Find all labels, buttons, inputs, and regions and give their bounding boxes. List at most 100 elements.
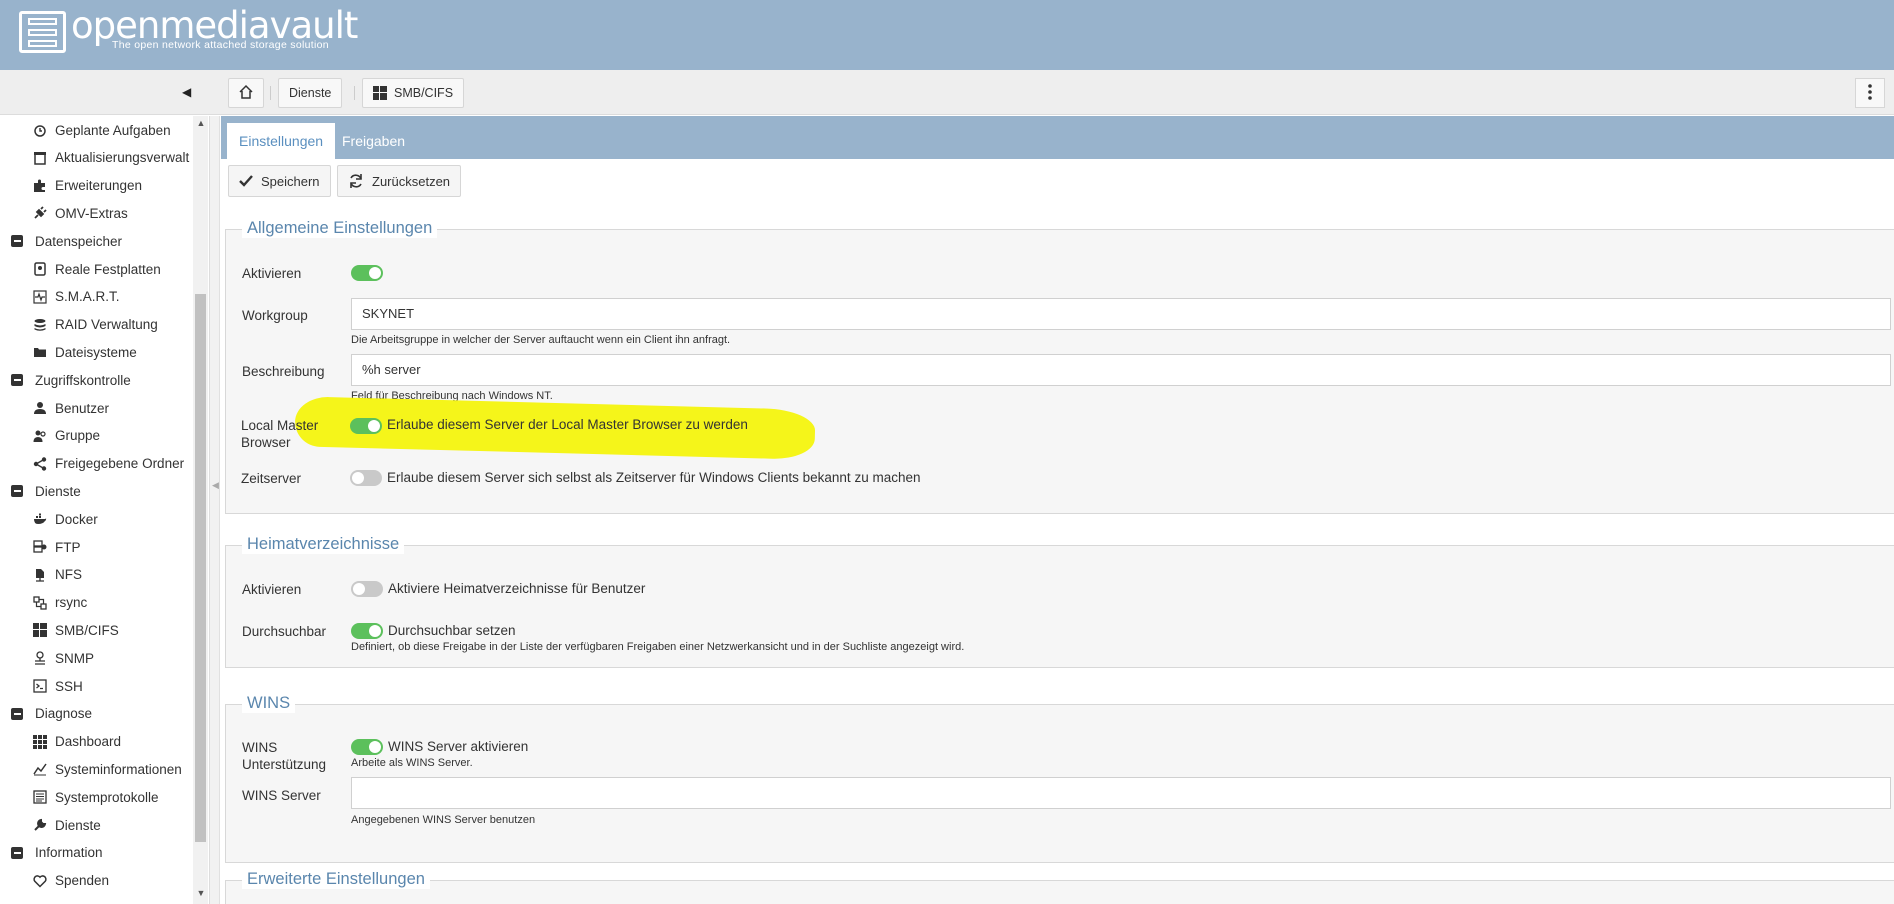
tab-freigaben[interactable]: Freigaben xyxy=(330,123,417,159)
user-icon xyxy=(32,400,48,416)
sidebar-item-rsync[interactable]: rsync xyxy=(0,589,192,617)
pulse-icon xyxy=(32,289,48,305)
navigation-sidebar: Geplante Aufgaben Aktualisierungsverwalt E… xyxy=(0,116,210,904)
sidebar-scroll-thumb[interactable] xyxy=(195,294,206,842)
reset-button[interactable]: Zurücksetzen xyxy=(337,165,462,197)
database-icon xyxy=(32,317,48,333)
timeserver-text: Erlaube diesem Server sich selbst als Ze… xyxy=(387,470,921,485)
sidebar-item-ftp[interactable]: FTP xyxy=(0,533,192,561)
sidebar-item-label: Systeminformationen xyxy=(55,761,182,777)
tab-bar: Einstellungen Freigaben xyxy=(221,116,1894,159)
scroll-up-icon[interactable]: ▲ xyxy=(194,118,208,132)
sidebar-item-benutzer[interactable]: Benutzer xyxy=(0,394,192,422)
folder-icon xyxy=(32,344,48,360)
sidebar-item-geplante-aufgaben[interactable]: Geplante Aufgaben xyxy=(0,116,192,144)
wins-support-toggle[interactable] xyxy=(351,739,383,755)
sidebar-item-systemprotokolle[interactable]: Systemprotokolle xyxy=(0,783,192,811)
sidebar-item-omv-extras[interactable]: OMV-Extras xyxy=(0,199,192,227)
sidebar-item-dashboard[interactable]: Dashboard xyxy=(0,728,192,756)
splitter-grip-icon: ◀ xyxy=(212,480,219,490)
collapse-group-icon xyxy=(11,846,23,859)
action-toolbar: Speichern Zurücksetzen xyxy=(221,159,1894,205)
sidebar-item-smb-cifs[interactable]: SMB/CIFS xyxy=(0,616,192,644)
wins-server-hint: Angegebenen WINS Server benutzen xyxy=(351,814,536,826)
section-title: Allgemeine Einstellungen xyxy=(242,219,438,238)
breadcrumb-smb[interactable]: SMB/CIFS xyxy=(362,78,465,108)
sidebar-item-freigegebene-ordner[interactable]: Freigegebene Ordner xyxy=(0,450,192,478)
home-button[interactable] xyxy=(228,78,264,108)
sidebar-item-reale-festplatten[interactable]: Reale Festplatten xyxy=(0,255,192,283)
collapse-group-icon xyxy=(11,707,23,720)
wins-server-input[interactable] xyxy=(351,777,1891,809)
sidebar-item-aktualisierungsverwalt[interactable]: Aktualisierungsverwalt xyxy=(0,144,192,172)
network-icon xyxy=(32,650,48,666)
reset-label: Zurücksetzen xyxy=(372,173,451,189)
homes-enable-toggle[interactable] xyxy=(351,581,383,597)
browsable-toggle[interactable] xyxy=(351,623,383,639)
wins-support-text: WINS Server aktivieren xyxy=(388,739,529,754)
users-icon xyxy=(32,428,48,444)
collapse-sidebar-icon[interactable]: ◀ xyxy=(182,85,192,99)
alarm-clock-icon xyxy=(32,122,48,138)
check-icon xyxy=(239,175,253,187)
sidebar-item-label: rsync xyxy=(55,595,88,611)
kebab-menu-icon xyxy=(1868,83,1872,103)
description-input[interactable]: %h server xyxy=(351,354,1891,386)
wins-server-label: WINS Server xyxy=(242,788,321,803)
sidebar-item-label: Dashboard xyxy=(55,734,122,750)
sidebar-item-s-m-a-r-t[interactable]: S.M.A.R.T. xyxy=(0,283,192,311)
sidebar-item-systeminformationen[interactable]: Systeminformationen xyxy=(0,755,192,783)
brand-tagline: The open network attached storage soluti… xyxy=(112,39,329,51)
sidebar-item-datenspeicher[interactable]: Datenspeicher xyxy=(0,227,192,255)
save-label: Speichern xyxy=(261,173,320,189)
sidebar-item-raid-verwaltung[interactable]: RAID Verwaltung xyxy=(0,311,192,339)
plug-icon xyxy=(32,205,48,221)
workgroup-input[interactable]: SKYNET xyxy=(351,298,1891,330)
breadcrumb-label: Dienste xyxy=(289,86,332,100)
sidebar-item-dienste[interactable]: Dienste xyxy=(0,477,192,505)
browsable-hint: Definiert, ob diese Freigabe in der List… xyxy=(351,641,965,653)
sidebar-item-information[interactable]: Information xyxy=(0,839,192,867)
workgroup-hint: Die Arbeitsgruppe in welcher der Server … xyxy=(351,334,731,346)
windows-icon xyxy=(32,622,48,638)
sidebar-item-label: Zugriffskontrolle xyxy=(35,372,131,388)
sidebar-item-label: Benutzer xyxy=(55,400,110,416)
sidebar-item-snmp[interactable]: SNMP xyxy=(0,644,192,672)
grid-dashboard-icon xyxy=(32,734,48,750)
enable-label: Aktivieren xyxy=(242,266,302,281)
sidebar-item-ssh[interactable]: SSH xyxy=(0,672,192,700)
local-master-browser-toggle[interactable] xyxy=(350,418,382,434)
sidebar-item-dateisysteme[interactable]: Dateisysteme xyxy=(0,338,192,366)
sidebar-item-label: Docker xyxy=(55,511,98,527)
sidebar-item-erweiterungen[interactable]: Erweiterungen xyxy=(0,172,192,200)
more-menu-button[interactable] xyxy=(1855,78,1885,108)
sidebar-item-label: Datenspeicher xyxy=(35,233,123,249)
sidebar-item-diagnose[interactable]: Diagnose xyxy=(0,700,192,728)
tab-einstellungen[interactable]: Einstellungen xyxy=(227,123,336,159)
scroll-down-icon[interactable]: ▼ xyxy=(194,888,208,902)
section-title: WINS xyxy=(242,694,296,713)
heart-icon xyxy=(32,873,48,889)
sidebar-item-label: Freigegebene Ordner xyxy=(55,456,185,472)
lmb-text: Erlaube diesem Server der Local Master B… xyxy=(387,417,748,432)
sidebar-item-zugriffskontrolle[interactable]: Zugriffskontrolle xyxy=(0,366,192,394)
sidebar-item-label: OMV-Extras xyxy=(55,205,128,221)
log-list-icon xyxy=(32,789,48,805)
harddisk-icon xyxy=(32,261,48,277)
sidebar-item-label: Dienste xyxy=(55,817,101,833)
omv-logo-icon xyxy=(19,11,66,53)
sidebar-item-label: Information xyxy=(35,845,103,861)
save-button[interactable]: Speichern xyxy=(228,165,331,197)
sidebar-item-dienste[interactable]: Dienste xyxy=(0,811,192,839)
sidebar-item-docker[interactable]: Docker xyxy=(0,505,192,533)
sidebar-item-nfs[interactable]: NFS xyxy=(0,561,192,589)
sidebar-item-spenden[interactable]: Spenden xyxy=(0,867,192,895)
sidebar-splitter[interactable]: ◀ xyxy=(210,116,220,904)
breadcrumb-dienste[interactable]: Dienste xyxy=(278,78,343,108)
sidebar-item-label: Dateisysteme xyxy=(55,344,137,360)
sidebar-item-gruppe[interactable]: Gruppe xyxy=(0,422,192,450)
timeserver-toggle[interactable] xyxy=(350,470,382,486)
sidebar-item-label: Systemprotokolle xyxy=(55,789,159,805)
enable-toggle[interactable] xyxy=(351,265,383,281)
sidebar-item-label: NFS xyxy=(55,567,82,583)
